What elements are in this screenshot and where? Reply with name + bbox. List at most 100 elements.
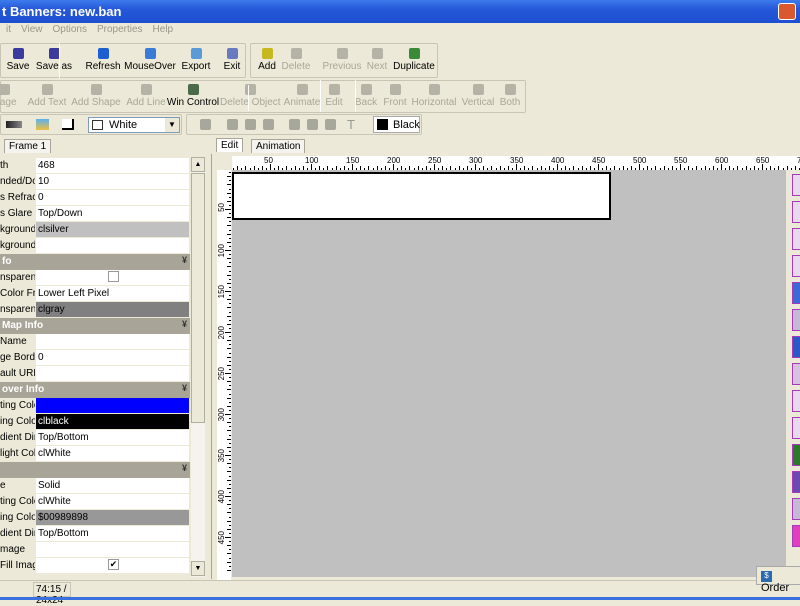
toolbar-button-delete-object[interactable]: Delete Object (220, 84, 281, 108)
property-row[interactable]: nsparent (clgray (0, 302, 190, 318)
palette-object-button[interactable] (792, 201, 800, 223)
align-button-0[interactable] (200, 119, 211, 130)
palette-object-button[interactable] (792, 417, 800, 439)
scroll-up-button[interactable]: ▲ (191, 157, 205, 172)
collapse-icon[interactable]: ¥ (182, 383, 187, 393)
tab-animation[interactable]: Animation (251, 139, 306, 153)
property-value[interactable]: 0 (36, 350, 189, 365)
text-icon[interactable]: T (347, 117, 355, 132)
chevron-down-icon[interactable]: ▼ (165, 118, 179, 132)
property-row[interactable]: dient DireTop/Bottom (0, 430, 190, 446)
checkbox[interactable] (108, 271, 119, 282)
property-value[interactable]: clWhite (36, 494, 189, 509)
tab-frame-1[interactable]: Frame 1 (4, 139, 52, 153)
property-row[interactable]: th 468 (0, 158, 190, 174)
checkbox-checked[interactable]: ✔ (108, 559, 119, 570)
scroll-down-button[interactable]: ▼ (191, 561, 205, 576)
palette-object-button[interactable] (792, 282, 800, 304)
property-row[interactable]: Fill Image ✔ (0, 558, 190, 574)
property-row[interactable]: nsparent (0, 270, 190, 286)
align-button-3[interactable] (263, 119, 274, 130)
property-row[interactable]: mage (0, 542, 190, 558)
property-value[interactable]: ✔ (36, 558, 189, 573)
property-value[interactable] (36, 270, 189, 285)
property-row[interactable]: e Solid (0, 478, 190, 494)
toolbar-button-win-control[interactable]: Win Control (163, 84, 223, 108)
property-row[interactable]: Color FrcLower Left Pixel (0, 286, 190, 302)
property-value[interactable] (36, 238, 189, 253)
property-value[interactable]: 468 (36, 158, 189, 173)
property-row[interactable]: s Refract0 (0, 190, 190, 206)
palette-object-button[interactable] (792, 471, 800, 493)
collapse-icon[interactable]: ¥ (182, 463, 187, 473)
palette-object-button[interactable] (792, 390, 800, 412)
property-row[interactable]: ting Colorclblue (0, 398, 190, 414)
property-value[interactable]: clgray (36, 302, 189, 317)
property-value[interactable]: Top/Bottom (36, 526, 189, 541)
align-button-2[interactable] (245, 119, 256, 130)
property-row[interactable]: s Glare DTop/Down (0, 206, 190, 222)
property-row[interactable]: ting ColorclWhite (0, 494, 190, 510)
border-style-button[interactable] (62, 119, 74, 130)
gradient-color-button[interactable] (6, 121, 22, 128)
menu-item-1[interactable]: View (21, 24, 43, 35)
image-icon[interactable] (36, 119, 49, 130)
property-row[interactable]: kground Iclsilver (0, 222, 190, 238)
palette-object-button[interactable] (792, 228, 800, 250)
palette-object-button[interactable] (792, 255, 800, 277)
palette-object-button[interactable] (792, 336, 800, 358)
scroll-thumb[interactable] (191, 173, 205, 423)
property-row[interactable]: nded/Do 10 (0, 174, 190, 190)
palette-object-button[interactable] (792, 174, 800, 196)
fill-color-select[interactable]: White ▼ (88, 117, 180, 133)
palette-object-button[interactable] (792, 309, 800, 331)
property-value[interactable]: clWhite (36, 446, 189, 461)
menu-item-3[interactable]: Properties (97, 24, 143, 35)
property-value[interactable]: clblue (36, 398, 189, 413)
palette-object-button[interactable] (792, 498, 800, 520)
collapse-icon[interactable]: ¥ (182, 319, 187, 329)
align-button-5[interactable] (307, 119, 318, 130)
property-value[interactable]: 0 (36, 190, 189, 205)
design-canvas[interactable] (232, 170, 786, 577)
align-button-4[interactable] (289, 119, 300, 130)
toolbar-button-duplicate[interactable]: Duplicate (384, 48, 444, 72)
palette-object-button[interactable] (792, 525, 800, 547)
align-button-6[interactable] (325, 119, 336, 130)
menu-item-4[interactable]: Help (153, 24, 174, 35)
property-value[interactable]: $00989898 (36, 510, 189, 525)
splitter[interactable] (211, 154, 212, 579)
palette-object-button[interactable] (792, 363, 800, 385)
order-button[interactable]: $Order (756, 566, 800, 594)
property-row[interactable]: light ColcclWhite (0, 446, 190, 462)
property-value[interactable]: clblack (36, 414, 189, 429)
menu-item-0[interactable]: it (6, 24, 11, 35)
property-value[interactable] (36, 542, 189, 557)
property-row[interactable]: ing Color$00989898 (0, 510, 190, 526)
property-value[interactable]: Top/Down (36, 206, 189, 221)
property-section-header[interactable]: ¥ (0, 462, 190, 478)
property-value[interactable]: Top/Bottom (36, 430, 189, 445)
menu-item-2[interactable]: Options (53, 24, 87, 35)
property-row[interactable]: Name (0, 334, 190, 350)
align-button-1[interactable] (227, 119, 238, 130)
toolbar-button-both[interactable]: Both (480, 84, 540, 108)
property-value[interactable] (36, 366, 189, 381)
property-row[interactable]: dient DireTop/Bottom (0, 526, 190, 542)
property-value[interactable]: 10 (36, 174, 189, 189)
property-scrollbar[interactable]: ▲ ▼ (191, 157, 205, 577)
collapse-icon[interactable]: ¥ (182, 255, 187, 265)
close-button[interactable] (778, 3, 796, 20)
property-value[interactable]: Lower Left Pixel (36, 286, 189, 301)
property-section-header[interactable]: Map Info ¥ (0, 318, 190, 334)
font-color-select[interactable]: Black (373, 116, 420, 133)
property-value[interactable]: Solid (36, 478, 189, 493)
property-row[interactable]: ault URL (0, 366, 190, 382)
property-value[interactable]: clsilver (36, 222, 189, 237)
property-row[interactable]: ing Colorclblack (0, 414, 190, 430)
property-value[interactable] (36, 334, 189, 349)
palette-object-button[interactable] (792, 444, 800, 466)
property-row[interactable]: ge Border0 (0, 350, 190, 366)
banner-area[interactable] (232, 172, 611, 220)
property-section-header[interactable]: over Info ¥ (0, 382, 190, 398)
